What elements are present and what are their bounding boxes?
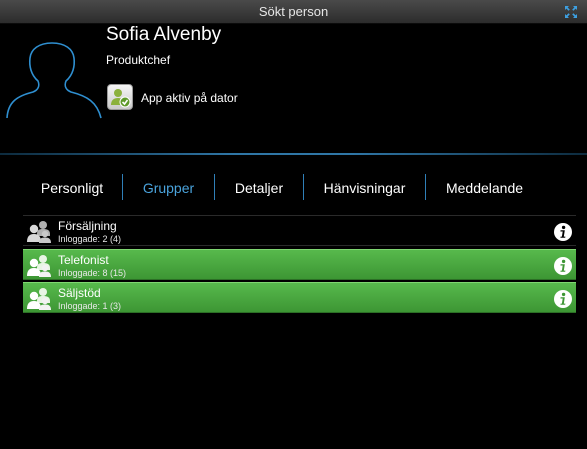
computer-user-check-icon — [107, 84, 133, 110]
window-title: Sökt person — [258, 4, 329, 19]
person-silhouette-icon — [5, 42, 103, 120]
tab-detaljer[interactable]: Detaljer — [215, 174, 303, 201]
person-role: Produktchef — [106, 53, 171, 67]
tab-bar: Personligt Grupper Detaljer Hänvisningar… — [26, 174, 562, 201]
tab-meddelande[interactable]: Meddelande — [426, 174, 543, 201]
header-divider — [0, 153, 587, 155]
group-row-saljstod[interactable]: Säljstöd Inloggade: 1 (3) — [23, 282, 576, 313]
title-bar: Sökt person — [0, 0, 587, 24]
info-icon[interactable] — [553, 256, 573, 276]
group-icon — [26, 287, 52, 311]
group-name: Telefonist — [58, 253, 109, 267]
app-status-label: App aktiv på dator — [141, 91, 238, 105]
info-icon[interactable] — [553, 222, 573, 242]
group-row-forsaljning[interactable]: Försäljning Inloggade: 2 (4) — [23, 215, 576, 246]
group-name: Säljstöd — [58, 286, 101, 300]
group-icon — [26, 254, 52, 278]
group-icon — [26, 220, 52, 244]
info-icon[interactable] — [553, 289, 573, 309]
group-logged-in: Inloggade: 1 (3) — [58, 301, 122, 311]
group-logged-in: Inloggade: 8 (15) — [58, 268, 127, 278]
group-logged-in: Inloggade: 2 (4) — [58, 234, 122, 244]
person-name: Sofia Alvenby — [106, 24, 222, 45]
expand-icon[interactable] — [564, 5, 578, 19]
tab-grupper[interactable]: Grupper — [123, 174, 214, 201]
group-row-telefonist[interactable]: Telefonist Inloggade: 8 (15) — [23, 249, 576, 280]
tab-personligt[interactable]: Personligt — [26, 174, 118, 201]
group-name: Försäljning — [58, 219, 117, 233]
tab-hanvisningar[interactable]: Hänvisningar — [304, 174, 425, 201]
